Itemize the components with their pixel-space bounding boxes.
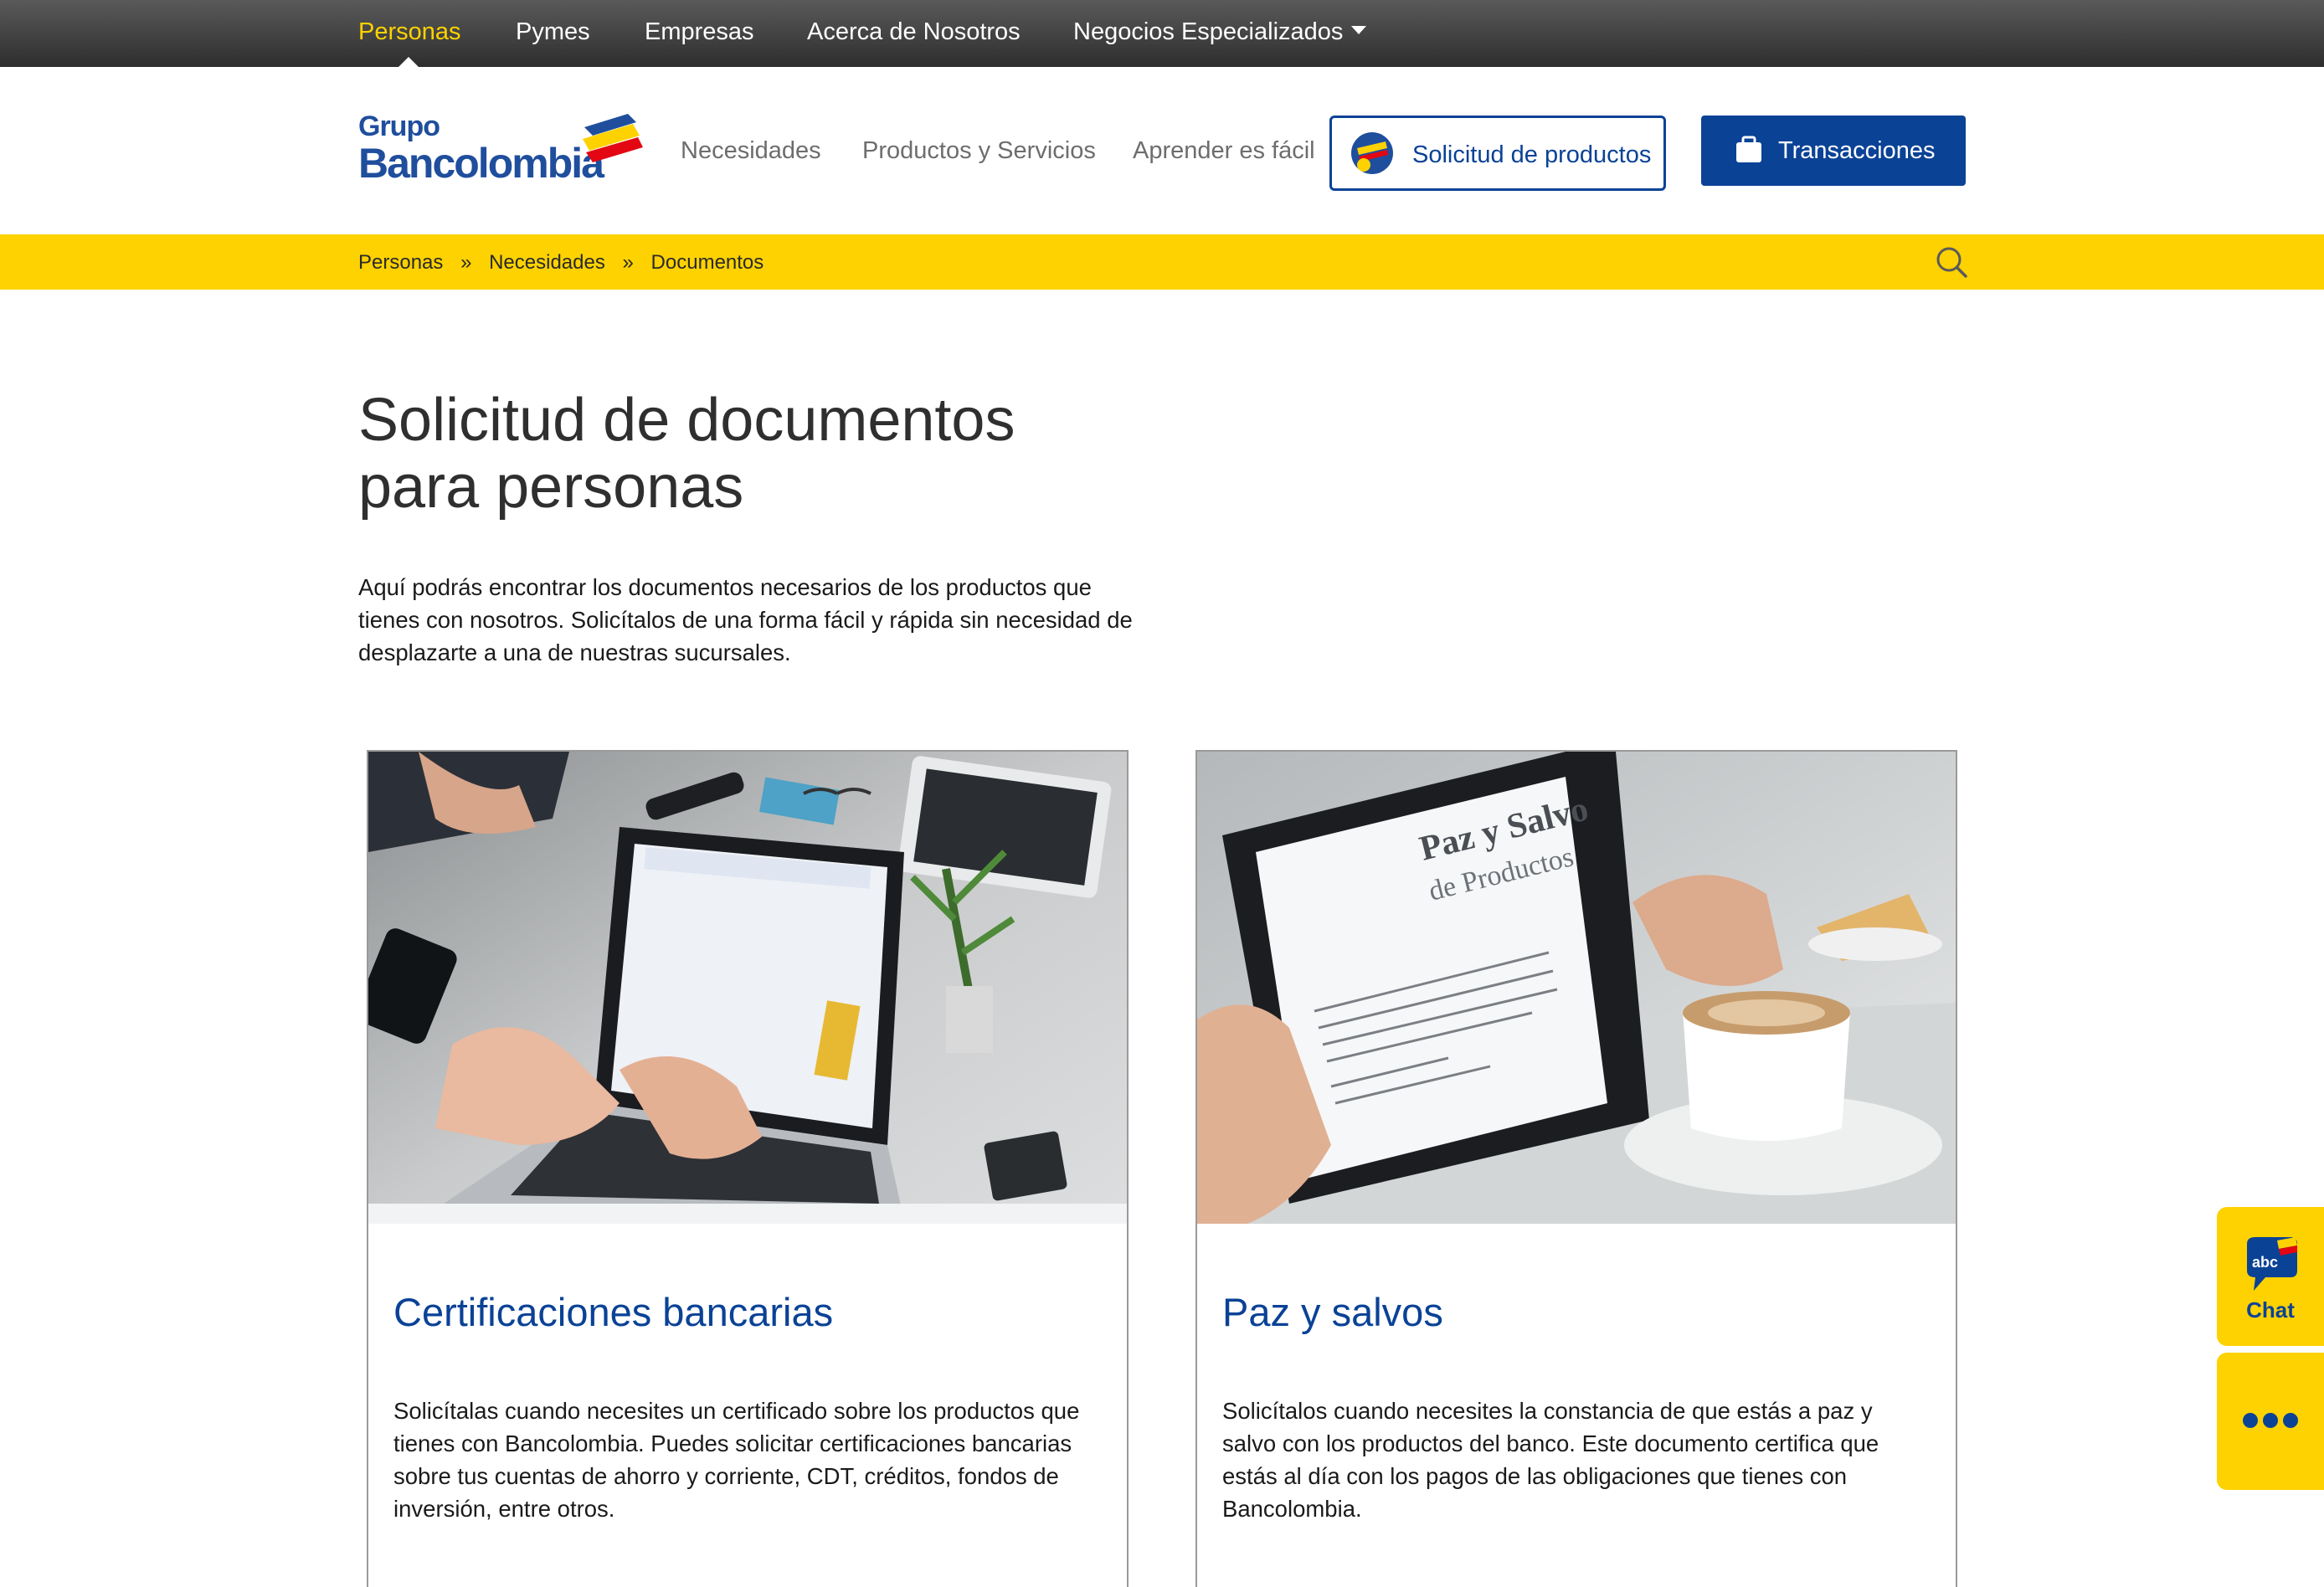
topnav-personas[interactable]: Personas [358, 18, 461, 46]
caret-down-icon [1351, 26, 1367, 35]
card-text-paz-salvos: Solicítalos cuando necesites la constanc… [1222, 1398, 1879, 1522]
site-header: Grupo Bancolombia Necesidades Productos … [0, 67, 2324, 234]
solicitud-icon [1351, 132, 1393, 174]
card-title-paz-salvos[interactable]: Paz y salvos [1222, 1289, 1443, 1335]
bancolombia-logo[interactable]: Grupo Bancolombia [358, 110, 643, 187]
briefcase-icon [1736, 136, 1761, 162]
card-paz-salvos[interactable]: Paz y Salvo de Productos Paz y salvos So… [1195, 750, 1957, 1587]
transacciones-label: Transacciones [1778, 137, 1936, 164]
breadcrumb-necesidades[interactable]: Necesidades [489, 251, 605, 274]
more-options-button[interactable] [2217, 1353, 2324, 1490]
breadcrumb-separator: » [460, 251, 472, 274]
card-text-certificaciones: Solicítalas cuando necesites un certific… [393, 1398, 1080, 1522]
topnav-negocios-especializados[interactable]: Negocios Especializados [1073, 18, 1367, 46]
chat-bubble-icon: abc [2247, 1237, 2297, 1291]
breadcrumb-personas[interactable]: Personas [358, 251, 443, 274]
nav-necesidades[interactable]: Necesidades [681, 137, 821, 165]
topnav-empresas[interactable]: Empresas [645, 18, 754, 46]
card-title-certificaciones[interactable]: Certificaciones bancarias [393, 1289, 833, 1335]
nav-productos-servicios[interactable]: Productos y Servicios [862, 137, 1096, 165]
top-navigation: Personas Pymes Empresas Acerca de Nosotr… [0, 0, 2324, 67]
breadcrumb-bar: Personas » Necesidades » Documentos [0, 234, 2324, 290]
topnav-pymes[interactable]: Pymes [516, 18, 590, 46]
solicitud-label: Solicitud de productos [1412, 141, 1652, 168]
breadcrumb: Personas » Necesidades » Documentos [358, 251, 764, 275]
page-title-line2: para personas [358, 454, 744, 521]
topnav-acerca[interactable]: Acerca de Nosotros [807, 18, 1021, 46]
active-indicator [398, 57, 419, 67]
solicitud-productos-button[interactable]: Solicitud de productos [1329, 116, 1666, 191]
intro-text: Aquí podrás encontrar los documentos nec… [358, 574, 1133, 665]
tablet-photo: Paz y Salvo de Productos [1197, 752, 1956, 1224]
chat-badge-text: abc [2252, 1254, 2278, 1271]
chat-button[interactable]: abc Chat [2217, 1207, 2324, 1346]
logo-text-bancolombia: Bancolombia [358, 140, 604, 187]
page-title: Solicitud de documentos para personas [358, 387, 1112, 521]
transacciones-button[interactable]: Transacciones [1701, 116, 1966, 186]
nav-aprender[interactable]: Aprender es fácil [1133, 137, 1315, 165]
logo-stripes-icon [583, 114, 643, 162]
breadcrumb-documentos[interactable]: Documentos [651, 251, 764, 274]
page-title-line1: Solicitud de documentos [358, 387, 1015, 454]
laptop-photo [368, 752, 1127, 1224]
breadcrumb-separator: » [622, 251, 634, 274]
card-certificaciones[interactable]: Certificaciones bancarias Solicítalas cu… [367, 750, 1129, 1587]
search-icon[interactable] [1934, 244, 1969, 280]
more-dots-icon [2243, 1413, 2298, 1428]
chat-label: Chat [2246, 1297, 2295, 1322]
topnav-negocios-label: Negocios Especializados [1073, 18, 1344, 45]
